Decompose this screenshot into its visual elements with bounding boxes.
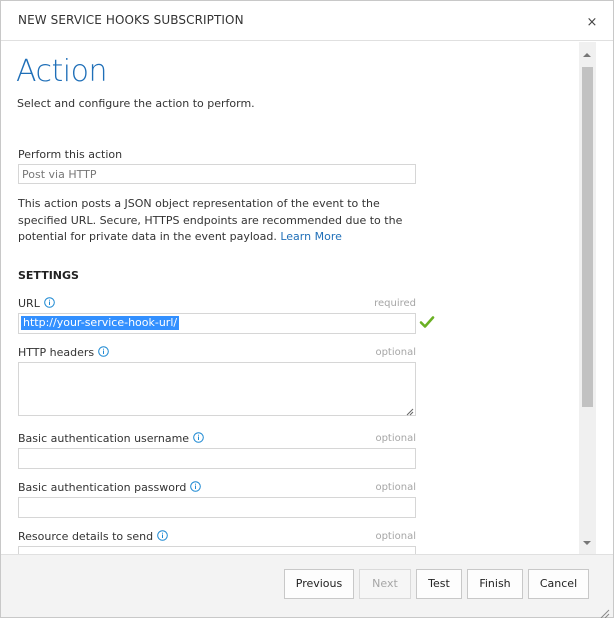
info-icon[interactable] [157,530,168,541]
resize-handle-icon[interactable] [406,406,414,416]
cancel-button[interactable]: Cancel [528,569,589,599]
url-input-value: http://your-service-hook-url/ [21,316,180,330]
scroll-up-arrow-icon[interactable] [583,53,591,57]
url-required-hint: required [374,298,416,309]
settings-heading: SETTINGS [18,269,79,282]
perform-action-value: Post via HTTP [22,168,97,181]
password-label: Basic authentication password [18,481,202,494]
http-headers-optional-hint: optional [375,347,416,358]
dialog-titlebar: NEW SERVICE HOOKS SUBSCRIPTION × [1,1,613,41]
dialog-footer: Previous Next Test Finish Cancel [1,554,613,618]
previous-button[interactable]: Previous [284,569,354,599]
perform-action-field: Post via HTTP [18,164,416,184]
page-subtitle: Select and configure the action to perfo… [17,97,255,110]
dialog-title: NEW SERVICE HOOKS SUBSCRIPTION [18,13,244,27]
resource-details-label-text: Resource details to send [18,530,154,543]
info-icon[interactable] [44,297,55,308]
scrollbar-thumb[interactable] [582,67,593,407]
password-input[interactable] [18,497,416,518]
http-headers-label-text: HTTP headers [18,346,95,359]
close-button[interactable]: × [585,16,599,31]
checkmark-icon [419,314,435,330]
resource-details-select[interactable] [18,546,416,554]
url-input[interactable]: http://your-service-hook-url/ [18,313,416,334]
password-optional-hint: optional [375,482,416,493]
action-description: This action posts a JSON object represen… [18,196,418,246]
resource-details-optional-hint: optional [375,531,416,542]
finish-button[interactable]: Finish [467,569,523,599]
username-label: Basic authentication username [18,432,204,445]
resize-grip-icon[interactable] [600,604,610,618]
perform-action-label: Perform this action [18,148,123,161]
url-label: URL [18,297,55,310]
info-icon[interactable] [190,481,202,492]
http-headers-label: HTTP headers [18,346,109,359]
username-input[interactable] [18,448,416,469]
dialog-content: Action Select and configure the action t… [1,42,579,554]
username-optional-hint: optional [375,433,416,444]
info-icon[interactable] [193,432,204,443]
service-hooks-dialog: NEW SERVICE HOOKS SUBSCRIPTION × Action … [0,0,614,618]
url-label-text: URL [18,297,40,310]
info-icon[interactable] [98,346,109,357]
http-headers-textarea[interactable] [18,362,416,416]
action-description-text: This action posts a JSON object represen… [18,197,403,243]
next-button[interactable]: Next [359,569,411,599]
username-label-text: Basic authentication username [18,432,190,445]
password-label-text: Basic authentication password [18,481,187,494]
page-title: Action [16,54,107,89]
vertical-scrollbar[interactable] [579,42,596,554]
resource-details-label: Resource details to send [18,530,168,543]
test-button[interactable]: Test [416,569,462,599]
scroll-down-arrow-icon[interactable] [583,541,591,545]
learn-more-link[interactable]: Learn More [280,230,342,243]
